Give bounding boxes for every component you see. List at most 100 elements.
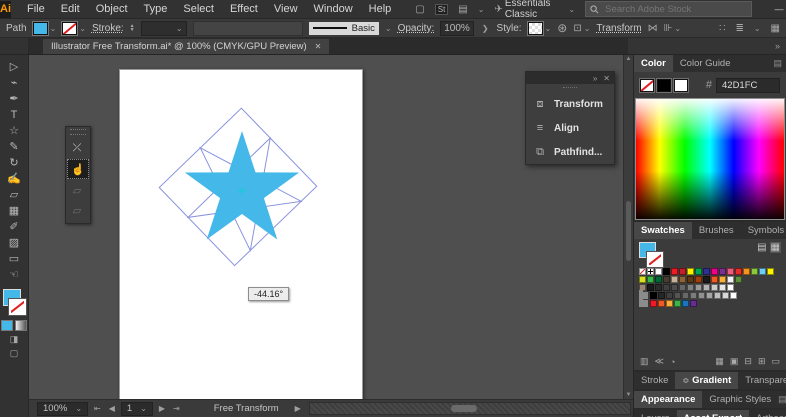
swatches-tab-swatches[interactable]: Swatches [634, 222, 692, 239]
stroke-weight-stepper[interactable]: ▲▼ [130, 24, 135, 32]
color-swatch[interactable] [735, 268, 742, 275]
artboard-number-dropdown[interactable]: 1 ⌄ [121, 402, 153, 416]
color-swatch[interactable] [727, 284, 734, 291]
appearance-group-tab-graphic-styles[interactable]: Graphic Styles [702, 391, 778, 408]
grid-view-icon[interactable]: ▦ [770, 242, 781, 253]
color-swatch[interactable] [671, 276, 678, 283]
hand-tool[interactable]: ☜ [3, 267, 25, 282]
none-swatch[interactable] [639, 268, 646, 275]
color-swatch[interactable] [682, 300, 689, 307]
menu-edit[interactable]: Edit [53, 3, 88, 15]
color-swatch[interactable] [719, 276, 726, 283]
minimize-button[interactable]: — [766, 1, 786, 17]
color-swatch[interactable] [722, 292, 729, 299]
color-swatch[interactable] [674, 292, 681, 299]
color-swatch[interactable] [655, 276, 662, 283]
free-transform-widget[interactable]: ⤫☝▱▱ [65, 126, 91, 224]
stroke-weight-dropdown[interactable]: ⌄ [141, 21, 187, 36]
fill-color-dropdown[interactable]: ⌄ [33, 22, 57, 35]
artboard[interactable] [119, 69, 363, 399]
swatches-tab-brushes[interactable]: Brushes [692, 222, 741, 239]
last-artboard-button[interactable]: ⇥ [171, 404, 182, 413]
color-tab-color[interactable]: Color [634, 55, 673, 72]
stroke-group-tab-transparency[interactable]: Transparency [738, 372, 786, 389]
first-artboard-button[interactable]: ⇤ [92, 404, 103, 413]
gpu-performance-icon[interactable]: ▢ [415, 4, 424, 15]
appearance-group-tab-appearance[interactable]: Appearance [634, 391, 702, 408]
select-similar-dropdown[interactable]: ⊡ ⌄ [573, 23, 590, 34]
stroke-link[interactable]: Stroke: [92, 23, 124, 34]
color-swatch[interactable] [759, 268, 766, 275]
horizontal-scroll-thumb[interactable] [451, 405, 477, 412]
distribute-dropdown[interactable]: ⊪ ⌄ [664, 23, 681, 34]
vertical-scroll-thumb[interactable] [626, 201, 631, 261]
color-swatch[interactable] [719, 284, 726, 291]
color-group-folder-icon[interactable] [639, 300, 648, 307]
layers-group-tab-asset-export[interactable]: Asset Export [677, 410, 750, 417]
cloud-libraries-icon[interactable]: ◔ [670, 357, 675, 367]
brush-definition-dropdown[interactable]: Basic [309, 22, 379, 35]
direct-selection-tool[interactable]: ▷ [3, 59, 25, 74]
stroke-group-tab-stroke[interactable]: Stroke [634, 372, 675, 389]
stroke-proxy[interactable] [647, 252, 663, 267]
color-swatch[interactable] [687, 268, 694, 275]
appearance-group-panel-menu-icon[interactable]: ▤ [778, 394, 786, 405]
mesh-tool[interactable]: ▦ [3, 203, 25, 218]
opacity-field[interactable]: 100% [440, 21, 474, 36]
swatch-options-icon[interactable]: ▣ [730, 356, 739, 367]
color-swatch[interactable] [695, 268, 702, 275]
opacity-more-button[interactable]: ❯ [480, 24, 491, 33]
color-swatch[interactable] [743, 268, 750, 275]
color-swatch[interactable] [714, 292, 721, 299]
floating-panel-group[interactable]: » ✕ ⧈Transform≡Align⧉Pathfind... [525, 71, 615, 165]
swatch-libraries-icon[interactable]: ▥ [640, 356, 649, 367]
stroke-color-dropdown[interactable]: ⌄ [62, 22, 86, 35]
shaper-tool[interactable]: ✍ [3, 171, 25, 186]
status-expand-icon[interactable]: ▶ [293, 404, 303, 413]
color-swatch[interactable] [663, 284, 670, 291]
color-swatch[interactable] [727, 276, 734, 283]
color-swatch[interactable] [698, 292, 705, 299]
adobe-stock-icon[interactable]: St [435, 4, 449, 15]
star-artwork[interactable] [120, 70, 362, 399]
color-swatch[interactable] [727, 268, 734, 275]
menu-type[interactable]: Type [136, 3, 176, 15]
perspective-distort-button[interactable]: ▱ [67, 181, 87, 199]
menu-view[interactable]: View [266, 3, 306, 15]
color-swatch[interactable] [658, 300, 665, 307]
color-swatch[interactable] [690, 300, 697, 307]
color-swatch[interactable] [650, 300, 657, 307]
color-swatch[interactable] [687, 276, 694, 283]
variable-width-profile-dropdown[interactable] [193, 21, 303, 36]
panel-grip[interactable] [563, 87, 577, 91]
color-swatch[interactable] [666, 300, 673, 307]
menu-window[interactable]: Window [306, 3, 361, 15]
color-button[interactable] [1, 320, 13, 331]
color-swatch[interactable] [679, 268, 686, 275]
delete-swatch-icon[interactable]: ▭ [771, 356, 780, 367]
curvature-tool[interactable]: ⌁ [3, 75, 25, 90]
menu-file[interactable]: File [19, 3, 53, 15]
stock-search[interactable] [585, 1, 752, 17]
collapse-dock-icon[interactable]: » [775, 41, 780, 51]
free-transform-button[interactable]: ☝ [67, 159, 89, 179]
screen-mode-button[interactable]: ▢ [10, 348, 19, 359]
color-swatch[interactable] [647, 284, 654, 291]
color-swatch[interactable] [682, 292, 689, 299]
color-swatch[interactable] [639, 276, 646, 283]
menu-effect[interactable]: Effect [222, 3, 266, 15]
white-swatch[interactable] [674, 79, 688, 92]
color-swatch[interactable] [658, 292, 665, 299]
close-document-icon[interactable]: ✕ [315, 42, 322, 51]
color-swatch[interactable] [711, 268, 718, 275]
color-swatch[interactable] [690, 292, 697, 299]
stroke-proxy[interactable] [9, 299, 26, 315]
scroll-up-icon[interactable]: ▲ [626, 56, 632, 62]
none-swatch[interactable] [640, 79, 654, 92]
pathfinder-panel-item[interactable]: ⧉Pathfind... [526, 140, 614, 164]
layers-group-tab-artboards[interactable]: Artboards [749, 410, 786, 417]
color-swatch[interactable] [663, 276, 670, 283]
align-panel-item[interactable]: ≡Align [526, 116, 614, 140]
transform-link[interactable]: Transform [596, 23, 641, 34]
align-icon[interactable]: ⋈ [648, 23, 658, 34]
